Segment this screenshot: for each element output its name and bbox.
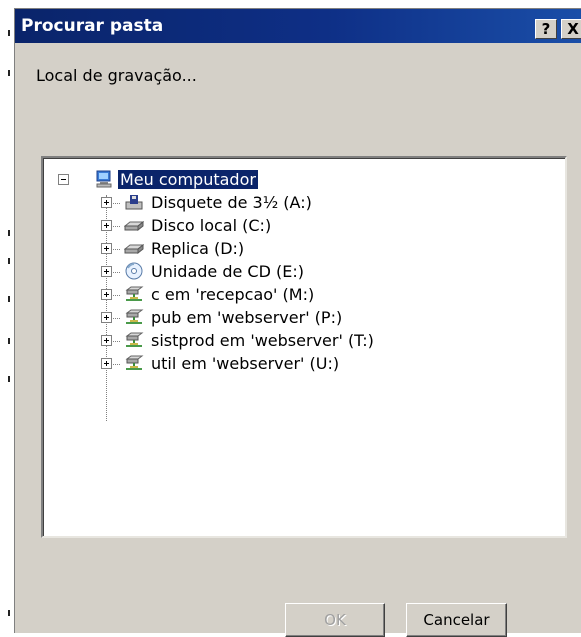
- cd-drive-icon: [125, 262, 143, 280]
- expand-toggle[interactable]: [101, 312, 112, 323]
- network-drive-icon: [125, 332, 144, 347]
- expand-toggle[interactable]: [101, 243, 112, 254]
- expand-toggle[interactable]: [101, 266, 112, 277]
- close-button[interactable]: X: [561, 19, 581, 39]
- tree-item[interactable]: Replica (D:): [43, 238, 543, 260]
- instruction-text: Local de gravação...: [36, 66, 197, 85]
- expand-toggle[interactable]: [101, 358, 112, 369]
- tree-item[interactable]: Unidade de CD (E:): [43, 261, 543, 283]
- hard-disk-icon: [124, 243, 144, 255]
- tree-root-row[interactable]: Meu computador: [43, 169, 543, 191]
- tree-item-label[interactable]: c em 'recepcao' (M:): [151, 285, 314, 304]
- expand-toggle[interactable]: [101, 220, 112, 231]
- network-drive-icon: [125, 309, 144, 324]
- tree-item[interactable]: Disquete de 3½ (A:): [43, 192, 543, 214]
- tree-item-label[interactable]: pub em 'webserver' (P:): [151, 308, 342, 327]
- hard-disk-icon: [124, 220, 144, 232]
- title-bar: Procurar pasta ? X: [15, 9, 581, 43]
- my-computer-icon: [96, 170, 112, 188]
- ok-button[interactable]: OK: [285, 603, 385, 637]
- cancel-button[interactable]: Cancelar: [406, 603, 507, 637]
- tree-item-label[interactable]: sistprod em 'webserver' (T:): [151, 331, 374, 350]
- tree-item[interactable]: pub em 'webserver' (P:): [43, 307, 543, 329]
- tree-item-label[interactable]: Replica (D:): [151, 239, 244, 258]
- expand-toggle[interactable]: [101, 289, 112, 300]
- network-drive-icon: [125, 286, 144, 301]
- background-strip: [0, 0, 14, 633]
- tree-item-label[interactable]: Disquete de 3½ (A:): [151, 193, 312, 212]
- network-drive-icon: [125, 355, 144, 370]
- tree-item-label[interactable]: Unidade de CD (E:): [151, 262, 304, 281]
- collapse-toggle[interactable]: [58, 174, 69, 185]
- tree-item-label[interactable]: util em 'webserver' (U:): [151, 354, 339, 373]
- browse-folder-dialog: Procurar pasta ? X Local de gravação... …: [14, 8, 581, 637]
- tree-item[interactable]: c em 'recepcao' (M:): [43, 284, 543, 306]
- tree-root-label[interactable]: Meu computador: [118, 170, 258, 189]
- tree-item[interactable]: sistprod em 'webserver' (T:): [43, 330, 543, 352]
- expand-toggle[interactable]: [101, 335, 112, 346]
- tree-item[interactable]: util em 'webserver' (U:): [43, 353, 543, 375]
- expand-toggle[interactable]: [101, 197, 112, 208]
- help-button[interactable]: ?: [535, 19, 557, 39]
- floppy-drive-icon: [125, 195, 143, 210]
- folder-tree[interactable]: Meu computador Disquete de 3½ (A:) Disco…: [41, 156, 567, 538]
- tree-item-label[interactable]: Disco local (C:): [151, 216, 271, 235]
- tree-item[interactable]: Disco local (C:): [43, 215, 543, 237]
- window-title: Procurar pasta: [21, 16, 164, 36]
